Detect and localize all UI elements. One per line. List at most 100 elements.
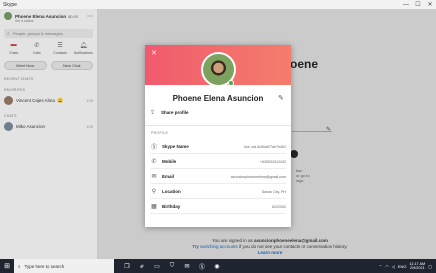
profile-dialog: ✕ Phoene Elena Asuncion ✎ ⇪ Share profil… (145, 45, 291, 227)
chevron-up-icon[interactable]: ⌃ (379, 264, 382, 269)
tab-contacts[interactable]: ☰ Contacts (49, 42, 71, 55)
search-icon: ⌕ (7, 30, 10, 37)
profile-section-label: PROFILE (151, 131, 169, 135)
avatar[interactable] (4, 12, 12, 20)
chat-icon: ▬ (10, 42, 17, 48)
taskbar: ⊞ ⌕ Type here to search ❐ ℯ ▭ ⛉ ✉ Ⓢ ◉ ⌃ … (0, 259, 436, 273)
mail-icon: ✉ (151, 174, 157, 180)
field-label: Location (162, 189, 181, 194)
email-row: ✉ Email asuncionphoeneelena@gmail.com (150, 169, 286, 184)
background-icon (290, 150, 298, 158)
tab-chats[interactable]: ▬ Chats (3, 42, 25, 55)
search-icon: ⌕ (18, 263, 21, 269)
sidebar: Phoene Elena Asuncion $0.00 ⋯ Set a stat… (0, 9, 98, 259)
signin-info: You are signed in as asuncionphoeneelena… (150, 238, 390, 256)
field-value[interactable]: live:.cid.5c50af27de7b4b1 (244, 145, 286, 149)
skype-icon: Ⓢ (150, 145, 157, 151)
favorites-label: FAVORITES (4, 88, 26, 92)
contacts-icon: ☰ (57, 43, 63, 49)
field-value[interactable]: asuncionphoeneelena@gmail.com (231, 175, 286, 179)
windows-start-icon[interactable]: ⊞ (0, 259, 14, 273)
share-profile-button[interactable]: ⇪ Share profile (150, 109, 189, 116)
maximize-button[interactable]: ☐ (412, 0, 424, 9)
balance: $0.00 (68, 13, 79, 19)
tab-chats-label: Chats (9, 51, 19, 55)
tab-notifications[interactable]: 🔔︎ Notifications (72, 42, 94, 55)
volume-icon[interactable]: ◁ (392, 264, 395, 269)
background-text: tion or go to ings (296, 168, 310, 183)
taskbar-search-placeholder: Type here to search (24, 263, 65, 269)
tab-calls[interactable]: ✆ Calls (26, 42, 48, 55)
field-value[interactable]: +639534313432 (260, 160, 286, 164)
file-explorer-icon[interactable]: ▭ (152, 261, 162, 271)
signin-prefix: You are signed in as (212, 238, 253, 243)
profile-name: Phoene Elena Asuncion (15, 13, 67, 19)
signin-try: Try (192, 244, 199, 249)
contact-name: Miko Asuncion (16, 124, 46, 129)
tab-notifications-label: Notifications (73, 51, 93, 55)
notifications-icon[interactable]: ▢ (428, 264, 432, 269)
divider (145, 125, 291, 126)
bell-icon: 🔔︎ (79, 43, 88, 49)
language-indicator[interactable]: ENG (398, 264, 407, 269)
birthday-row: ▦ Birthday 6/2/2002 (150, 199, 286, 214)
divider (150, 213, 286, 214)
window-title: Skype (3, 1, 17, 8)
field-value[interactable]: Davao City, PH (262, 190, 286, 194)
taskbar-search-input[interactable]: ⌕ Type here to search (14, 259, 114, 273)
wifi-icon[interactable]: ◠ (385, 264, 389, 269)
chats-label: CHATS (4, 114, 17, 118)
status-text[interactable]: Set a status (0, 19, 97, 23)
switch-accounts-link[interactable]: switching accounts (200, 244, 238, 249)
new-chat-button[interactable]: New Chat (50, 61, 93, 70)
skype-icon[interactable]: Ⓢ (197, 261, 207, 271)
mail-icon[interactable]: ✉ (182, 261, 192, 271)
background-text-line: ings (296, 178, 304, 183)
clock[interactable]: 11:17 AM 2/9/2021 (409, 262, 425, 271)
contact-time: 1/19 (86, 124, 93, 129)
learn-more-link[interactable]: Learn more (150, 250, 390, 256)
contact-name: Vincent Cajes Alma (16, 98, 55, 103)
field-label: Email (162, 174, 175, 179)
skype-name-row: Ⓢ Skype Name live:.cid.5c50af27de7b4b1 (150, 139, 286, 154)
nav-row: ▬ Chats ✆ Calls ☰ Contacts 🔔︎ Notificati… (0, 42, 97, 55)
field-label: Skype Name (162, 144, 189, 149)
task-view-icon[interactable]: ❐ (122, 261, 132, 271)
list-item[interactable]: Miko Asuncion 1/19 (0, 120, 97, 133)
field-value[interactable]: 6/2/2002 (272, 205, 286, 209)
search-placeholder: People, groups & messages (12, 31, 63, 36)
online-status-icon (228, 80, 234, 86)
background-profile-name: oene (290, 57, 319, 71)
close-window-button[interactable]: ✕ (424, 0, 436, 9)
minimize-button[interactable]: — (400, 0, 412, 9)
field-label: Mobile (162, 159, 177, 164)
share-profile-label: Share profile (161, 110, 189, 115)
search-input[interactable]: ⌕ People, groups & messages (4, 29, 93, 38)
chrome-icon[interactable]: ◉ (212, 261, 222, 271)
taskbar-apps: ❐ ℯ ▭ ⛉ ✉ Ⓢ ◉ (122, 261, 222, 271)
clock-date: 2/9/2021 (409, 266, 425, 270)
phone-icon: ✆ (34, 43, 40, 49)
store-icon[interactable]: ⛉ (167, 261, 177, 271)
list-item[interactable]: Vincent Cajes Alma 😀 1/19 (0, 94, 97, 107)
phone-icon: ✆ (151, 159, 157, 165)
system-tray: ⌃ ◠ ◁ ENG 11:17 AM 2/9/2021 ▢ (379, 262, 436, 271)
window-titlebar: Skype — ☐ ✕ (0, 0, 436, 9)
signin-hint: if you do not see your contacts or conve… (239, 244, 348, 249)
edit-pencil-icon[interactable]: ✎ (278, 94, 284, 102)
avatar (4, 96, 13, 105)
mobile-row: ✆ Mobile +639534313432 (150, 154, 286, 169)
profile-name: Phoene Elena Asuncion (172, 94, 264, 103)
more-options-icon[interactable]: ⋯ (87, 13, 93, 20)
calendar-icon: ▦ (151, 204, 157, 210)
edge-icon[interactable]: ℯ (137, 261, 147, 271)
signin-email: asuncionphoeneelena@gmail.com (253, 238, 328, 243)
contact-emoji: 😀 (56, 97, 64, 104)
recent-chats-label: RECENT CHATS (4, 77, 34, 81)
meet-now-button[interactable]: Meet Now (4, 61, 47, 70)
tab-contacts-label: Contacts (53, 51, 68, 55)
tab-calls-label: Calls (32, 51, 41, 55)
field-label: Birthday (162, 204, 181, 209)
close-icon[interactable]: ✕ (151, 50, 157, 57)
contact-time: 1/19 (86, 98, 93, 103)
